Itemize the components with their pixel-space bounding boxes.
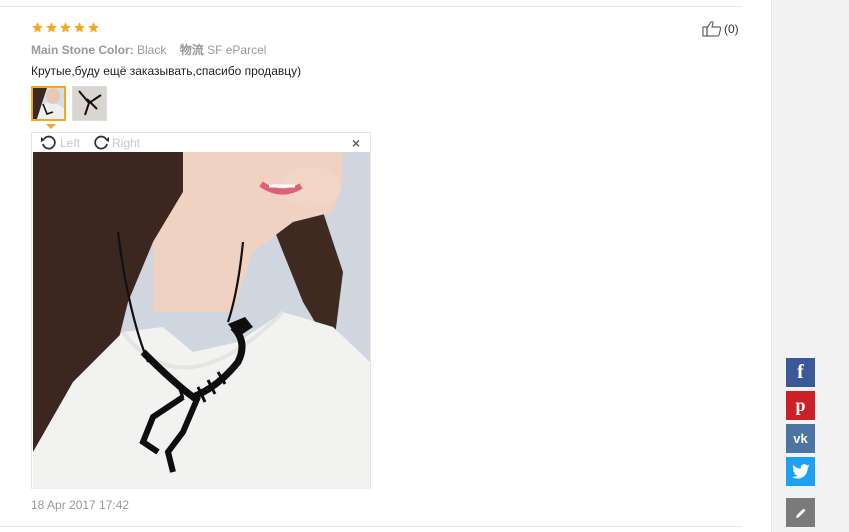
facebook-icon: f [797,361,804,383]
rotate-left-icon [41,135,56,150]
edit-icon [795,508,805,518]
pinterest-icon: p [795,395,806,415]
rotate-right-icon [94,135,109,150]
prop-label-logistics: 物流 [179,43,204,57]
rotate-left-label: Left [60,136,81,150]
review-photo [33,152,370,489]
review-thumbnails [31,86,107,121]
prop-value-stone-color: Black [137,43,167,57]
thumbs-up-icon [702,21,722,37]
prop-value-logistics: SF eParcel [207,43,267,57]
edit-button[interactable] [786,498,815,527]
twitter-share-button[interactable] [786,457,815,486]
thumbnail-pointer [46,124,56,129]
facebook-share-button[interactable]: f [786,358,815,387]
star-icon [60,22,71,33]
vk-share-button[interactable]: vk [786,424,815,453]
star-icon [88,22,99,33]
rotate-right-label: Right [112,136,141,150]
rotate-right-button[interactable]: Right [92,134,140,152]
review-date: 18 Apr 2017 17:42 [31,498,130,512]
review-thumbnail[interactable] [72,86,107,121]
close-viewer-button[interactable]: × [352,135,360,151]
like-count: (0) [724,21,739,36]
star-icon [74,22,85,33]
vk-icon: vk [793,431,808,446]
order-properties: Main Stone Color: Black 物流 SF eParcel [31,41,276,58]
star-icon [32,22,43,33]
star-icon [46,22,57,33]
review-text: Крутые,буду ещё заказывать,спасибо прода… [31,64,302,78]
twitter-icon [791,463,810,479]
divider-bottom [0,526,742,527]
review-thumbnail[interactable] [31,86,66,121]
prop-label-stone-color: Main Stone Color: [31,43,134,57]
rating-stars [31,21,100,34]
image-viewer: Left Right × [31,132,371,489]
divider-top [0,6,742,7]
pinterest-share-button[interactable]: p [786,391,815,420]
rotate-left-button[interactable]: Left [40,134,80,152]
viewer-toolbar: Left Right × [32,133,370,152]
like-button[interactable]: (0) [702,20,739,37]
